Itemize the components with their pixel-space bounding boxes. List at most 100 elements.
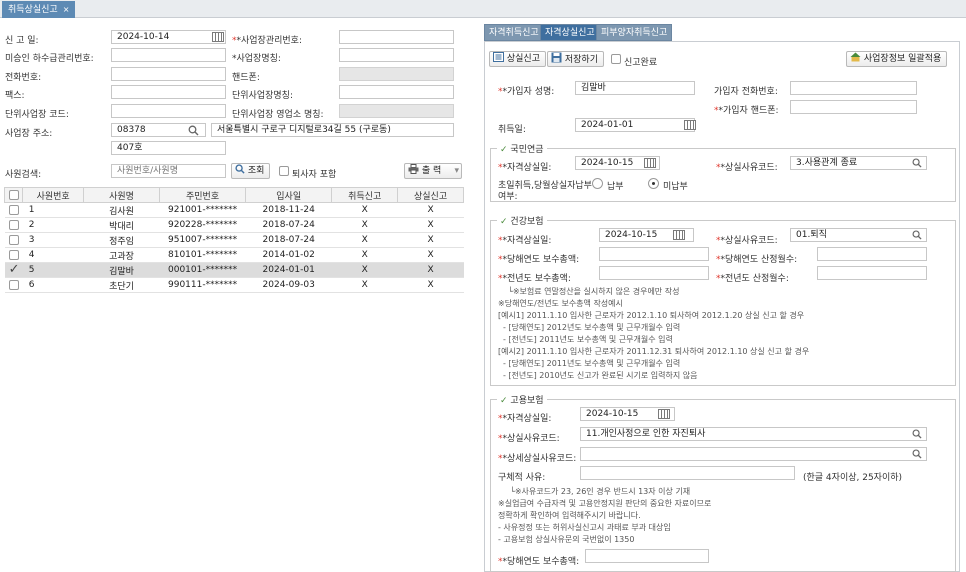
pension-reason-input[interactable]: 3.사용관계 종료	[790, 156, 927, 170]
search-icon[interactable]	[912, 449, 922, 459]
cell-hire: 2018-11-24	[245, 202, 332, 218]
cell-name: 김말바	[83, 262, 160, 278]
emp-note: └※사유코드가 23, 26인 경우 반드시 13자 이상 기재	[510, 487, 691, 496]
table-row[interactable]: 6 초단기 990111-******* 2024-09-03 X X	[4, 277, 464, 293]
health-note: - [당해연도] 2012년도 보수총액 및 근무개월수 입력	[503, 323, 681, 332]
emp-detail-text: *상세상실사유코드:	[502, 454, 577, 464]
calendar-icon[interactable]	[684, 120, 696, 130]
pay-radio[interactable]	[592, 178, 603, 189]
cell-no: 4	[22, 247, 84, 263]
row-checkbox[interactable]: ✓	[9, 263, 20, 276]
tab-dependent[interactable]: 피부양자취득신고	[596, 24, 673, 41]
acq-date-input[interactable]: 2024-01-01	[575, 118, 695, 132]
close-icon[interactable]: ×	[63, 5, 70, 14]
emp-reason-input[interactable]: 11.개인사정으로 인한 자진퇴사	[580, 427, 927, 441]
cell-acq: X	[331, 232, 398, 248]
cell-no: 1	[22, 202, 84, 218]
fax-input[interactable]	[111, 85, 226, 99]
subscriber-mobile-input[interactable]	[790, 100, 917, 114]
search-button[interactable]: 조회	[231, 163, 271, 179]
unit-biz-office-input	[339, 104, 454, 118]
search-icon[interactable]	[188, 125, 199, 136]
row-select-cell[interactable]: ✓	[4, 262, 23, 278]
calendar-icon[interactable]	[673, 230, 685, 240]
save-button[interactable]: 저장하기	[547, 51, 604, 67]
biz-name-input[interactable]	[339, 48, 454, 62]
health-title: 건강보험	[510, 217, 544, 227]
col-header: 입사일	[245, 187, 333, 203]
report-date-input[interactable]: 2024-10-14	[111, 30, 226, 44]
health-reason-input[interactable]: 01.퇴직	[790, 228, 927, 242]
apply-biz-info-button[interactable]: 사업장정보 일괄적용	[846, 51, 948, 67]
employment-title: 고용보험	[510, 396, 544, 406]
row-select-cell[interactable]	[4, 202, 23, 218]
address2-input[interactable]: 407호	[111, 141, 226, 155]
loss-report-button[interactable]: 상실신고	[489, 51, 546, 67]
search-icon[interactable]	[912, 429, 922, 439]
calendar-icon[interactable]	[644, 158, 656, 168]
unit-biz-name-input[interactable]	[339, 85, 454, 99]
health-note: - [전년도] 2011년도 보수총액 및 근무개월수 입력	[503, 335, 673, 344]
emp-detail-input[interactable]	[580, 447, 927, 461]
tab-loss[interactable]: 자격상실신고	[540, 24, 600, 41]
col-header: 주민번호	[158, 187, 247, 203]
cell-rrn: 921001-*******	[159, 202, 246, 218]
table-row[interactable]: 1 김사원 921001-******* 2018-11-24 X X	[4, 202, 464, 218]
health-prev-months-text: *전년도 산정월수:	[720, 274, 789, 284]
emp-cur-pay-input[interactable]	[585, 549, 709, 563]
row-select-cell[interactable]	[4, 277, 23, 293]
table-row[interactable]: 2 박대리 920228-******* 2018-07-24 X X	[4, 217, 464, 233]
col-header: 취득신고	[331, 187, 399, 203]
emp-specific-input[interactable]	[580, 466, 795, 480]
subscriber-phone-input[interactable]	[790, 81, 917, 95]
table-row[interactable]: 3 정주임 951007-******* 2018-07-24 X X	[4, 232, 464, 248]
health-cur-months-label: **당해연도 산정월수:	[716, 255, 798, 265]
health-prev-pay-input[interactable]	[599, 266, 709, 280]
employee-search-input[interactable]	[111, 164, 226, 178]
row-checkbox[interactable]	[8, 279, 19, 290]
cell-name: 고과장	[83, 247, 160, 263]
calendar-icon[interactable]	[212, 32, 224, 42]
chevron-down-icon[interactable]: ▾	[454, 164, 459, 178]
unit-biz-code-input[interactable]	[111, 104, 226, 118]
health-cur-pay-input[interactable]	[599, 247, 709, 261]
table-row[interactable]: ✓ 5 김말바 000101-******* 2024-01-01 X X	[4, 262, 464, 278]
unpaid-mgmt-label: 미승인 하수급관리번호:	[5, 54, 94, 64]
health-cur-pay-label: **당해연도 보수총액:	[498, 255, 580, 265]
address1-input[interactable]: 서울특별시 구로구 디지털로34길 55 (구로동)	[211, 123, 454, 137]
phone-input[interactable]	[111, 67, 226, 81]
report-done-checkbox[interactable]	[611, 54, 621, 64]
document-tab[interactable]: 취득상실신고 ×	[2, 1, 76, 18]
row-checkbox[interactable]	[8, 204, 19, 215]
search-icon	[235, 164, 245, 174]
subscriber-mobile-label: **가입자 핸드폰:	[714, 106, 779, 116]
health-prev-months-input[interactable]	[817, 266, 927, 280]
calendar-icon[interactable]	[658, 409, 670, 419]
table-row[interactable]: 4 고과장 810101-******* 2014-01-02 X X	[4, 247, 464, 263]
include-retired-checkbox[interactable]	[279, 166, 289, 176]
row-checkbox[interactable]	[8, 219, 19, 230]
unpaid-mgmt-input[interactable]	[111, 48, 226, 62]
biz-mgmt-no-input[interactable]	[339, 30, 454, 44]
select-all-checkbox[interactable]	[8, 189, 19, 200]
row-select-cell[interactable]	[4, 217, 23, 233]
health-note: └※보험료 연말정산을 실시하지 않은 경우에만 작성	[508, 287, 680, 296]
search-icon[interactable]	[912, 230, 922, 240]
emp-reason-label: **상실사유코드:	[498, 434, 560, 444]
health-cur-months-input[interactable]	[817, 247, 927, 261]
health-note: [예시2] 2011.1.10 입사한 근로자가 2011.12.31 퇴사하여…	[498, 347, 810, 356]
nopay-radio[interactable]	[648, 178, 659, 189]
row-checkbox[interactable]	[8, 234, 19, 245]
row-select-cell[interactable]	[4, 247, 23, 263]
fax-label: 팩스:	[5, 91, 25, 101]
mobile-input	[339, 67, 454, 81]
cell-acq: X	[331, 262, 398, 278]
subscriber-name-input[interactable]: 김말바	[575, 81, 695, 95]
print-button[interactable]: 출 력 ▾	[404, 163, 462, 179]
building-icon	[850, 52, 861, 62]
row-select-cell[interactable]	[4, 232, 23, 248]
search-icon[interactable]	[912, 158, 922, 168]
row-checkbox[interactable]	[8, 249, 19, 260]
select-all-header[interactable]	[3, 187, 24, 203]
tab-acquisition[interactable]: 자격취득신고	[484, 24, 544, 41]
